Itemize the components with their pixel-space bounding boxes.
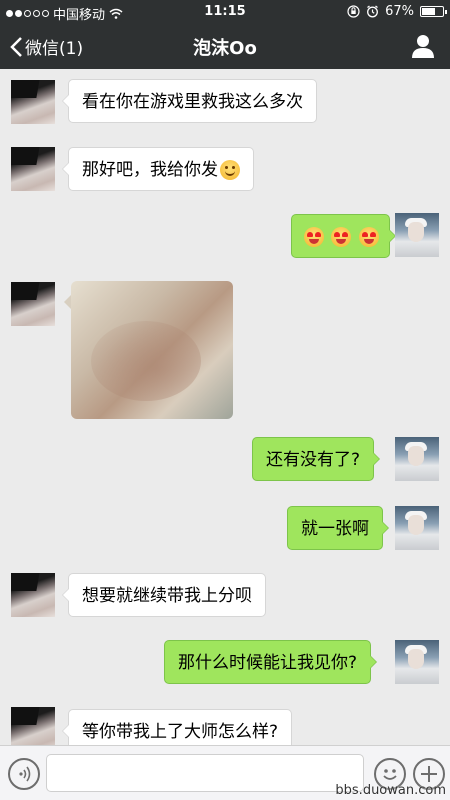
battery-icon xyxy=(420,6,447,17)
voice-button[interactable] xyxy=(8,758,40,790)
incoming-message[interactable]: 等你带我上了大师怎么样? xyxy=(61,709,293,745)
outgoing-message[interactable]: 那什么时候能让我见你? xyxy=(164,640,378,684)
incoming-message[interactable]: 看在你在游戏里救我这么多次 xyxy=(62,79,317,123)
outgoing-message[interactable]: 就一张啊 xyxy=(287,506,389,550)
message-text: 那好吧，我给你发 xyxy=(82,160,218,180)
my-avatar[interactable] xyxy=(395,506,439,550)
incoming-message[interactable]: 想要就继续带我上分呗 xyxy=(62,573,266,617)
heart-eyes-emoji-icon xyxy=(331,227,352,247)
incoming-message[interactable]: 那好吧，我给你发 xyxy=(62,147,254,191)
contact-avatar[interactable] xyxy=(11,282,55,326)
rotation-lock-icon xyxy=(347,5,360,18)
contact-avatar[interactable] xyxy=(11,707,55,745)
voice-icon xyxy=(19,766,31,782)
chat-area[interactable]: 看在你在游戏里救我这么多次 那好吧，我给你发 还有没有了? 就一张啊 想要就继续… xyxy=(0,69,450,745)
contact-avatar[interactable] xyxy=(11,147,55,191)
my-avatar[interactable] xyxy=(395,213,439,257)
battery-percent: 67% xyxy=(385,4,414,19)
my-avatar[interactable] xyxy=(395,640,439,684)
contact-avatar[interactable] xyxy=(11,573,55,617)
alarm-icon xyxy=(367,5,379,18)
input-bar: bbs.duowan.com xyxy=(0,745,450,800)
photo-bubble-tail xyxy=(64,295,71,309)
chat-title: 泡沫Oo xyxy=(193,38,257,59)
my-avatar[interactable] xyxy=(395,437,439,481)
outgoing-message[interactable] xyxy=(291,214,396,258)
heart-eyes-emoji-icon xyxy=(304,227,324,247)
status-bar: 中国移动 11:15 67% xyxy=(0,0,450,23)
heart-eyes-emoji-icon xyxy=(358,227,379,247)
image-message[interactable] xyxy=(71,281,233,419)
contact-avatar[interactable] xyxy=(11,80,55,124)
outgoing-message[interactable]: 还有没有了? xyxy=(252,437,381,481)
profile-icon[interactable] xyxy=(410,33,436,59)
watermark: bbs.duowan.com xyxy=(335,783,446,798)
nav-bar: 微信(1) 泡沫Oo xyxy=(0,23,450,69)
smile-emoji-icon xyxy=(220,160,240,180)
message-input[interactable] xyxy=(46,754,364,792)
